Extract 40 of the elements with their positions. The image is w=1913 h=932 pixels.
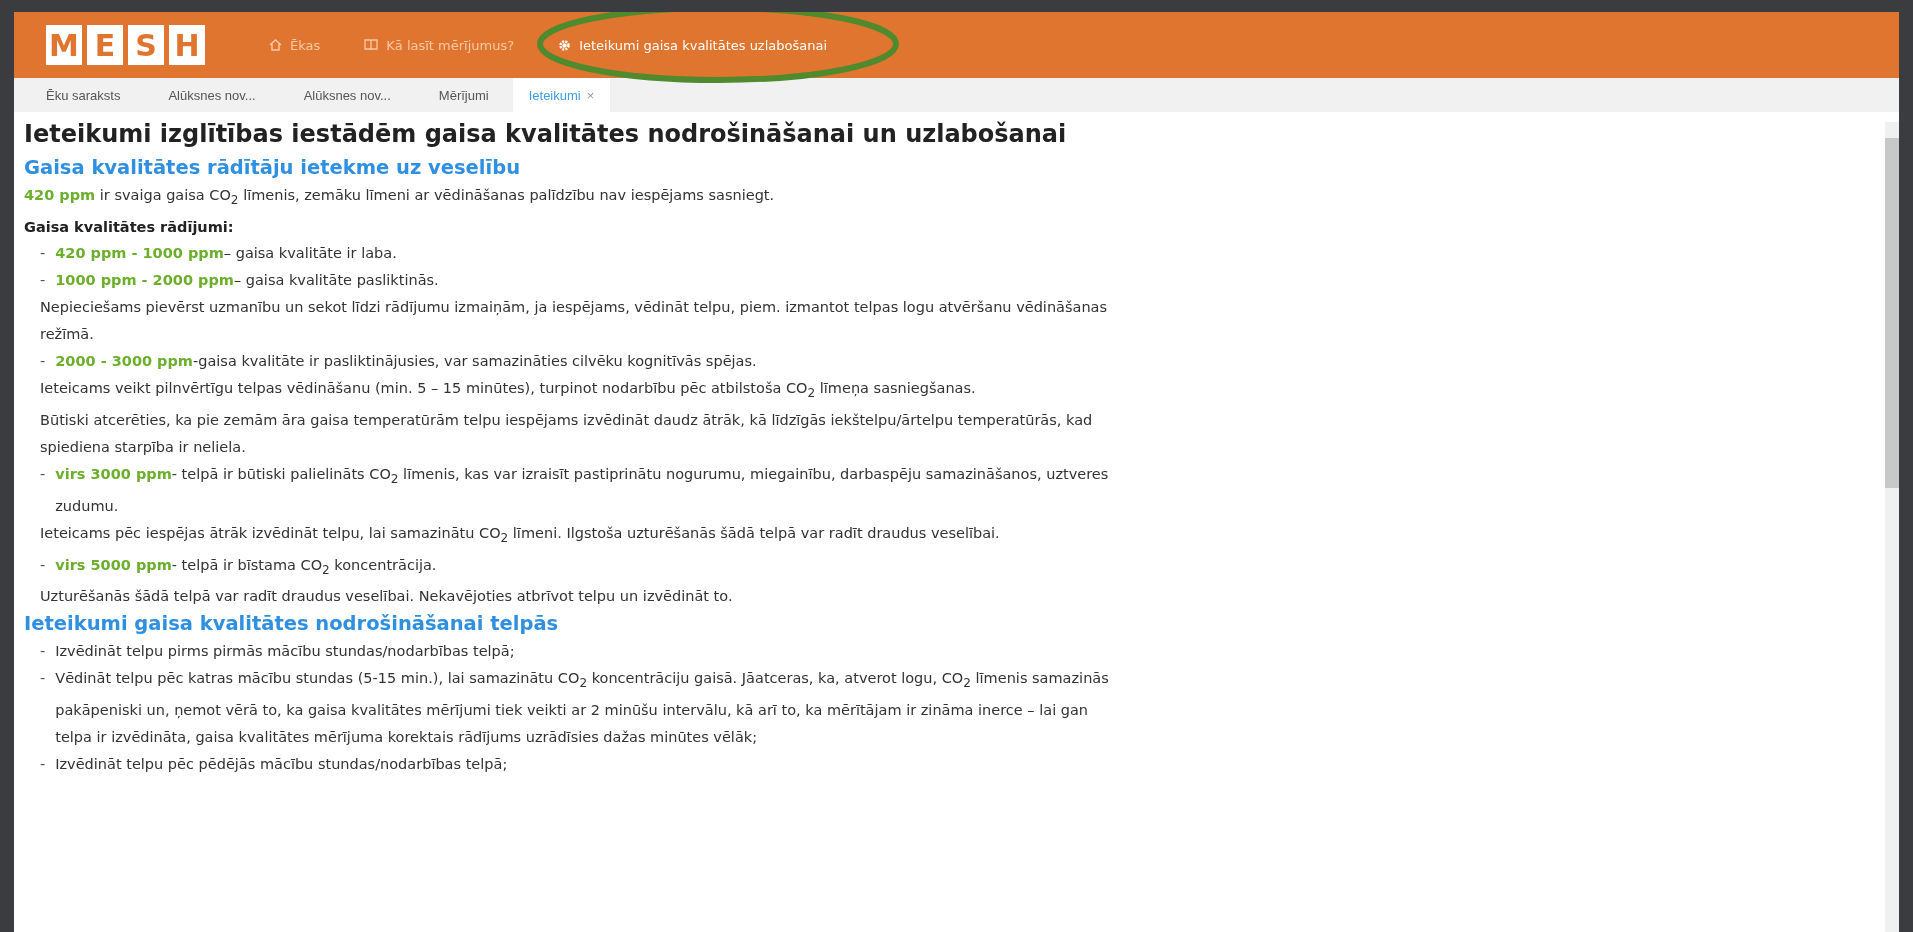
list-item-text: virs 3000 ppm- telpā ir būtiski palielināts CO$_{2}$ līmenis, kas var izraisīt pastiprinātu nogurumu, miegainību, darbaspēju samazināšanos, uztveres zudumu.	[55, 464, 1110, 516]
home-icon	[269, 39, 282, 51]
logo[interactable]: M E S H	[46, 25, 205, 65]
section-heading: Gaisa kvalitātes rādītāju ietekme uz veselību	[24, 155, 522, 181]
dash: -	[40, 243, 46, 263]
list-item-text: Izvēdināt telpu pirms pirmās mācību stundas/nodarbības telpā;	[55, 642, 515, 662]
dash: -	[40, 755, 46, 775]
tab[interactable]: Mērījumi	[414, 78, 513, 112]
list-label: Gaisa kvalitātes rādījumi:	[24, 217, 235, 237]
list-item-text: Vēdināt telpu pēc katras mācību stundas (5-15 min.), lai samazinātu CO$_{2}$ koncentrāciju gaisā. Jāatceras, ka, atverot logu, CO$_{2}$ līmenis samazinās pakāpeniski un, ņemot vērā to, ka gaisa kvalitātes mērījumi tiek veikti ar 2 minūšu intervālu, kā arī to, ka mērītājam ir zināma inerce – lai gan telpa ir izvēdināta, gaisa kvalitātes mērījuma korektais rādījums uzrādīsies dažas minūtes vēlāk;	[55, 669, 1110, 748]
list-item-text: virs 5000 ppm- telpā ir bīstama CO$_{2}$ koncentrācija.	[55, 555, 437, 579]
paragraph: 420 ppm ir svaiga gaisa CO$_{2}$ līmenis, zemāku līmeni ar vēdināšanas palīdzību nav iespējams sasniegt.	[24, 186, 776, 209]
nav-link[interactable]: Ēkas	[269, 37, 321, 53]
dash: -	[40, 464, 46, 484]
dash: -	[40, 270, 46, 290]
list-item-text: 2000 - 3000 ppm-gaisa kvalitāte ir pasliktinājusies, var samazināties cilvēku kognitīvās spējas.	[55, 351, 757, 371]
dash: -	[40, 351, 46, 371]
tab[interactable]: Ēku saraksts	[22, 78, 145, 112]
scrollbar[interactable]	[1885, 122, 1899, 932]
nav-link[interactable]: Kā lasīt mērījumus?	[364, 37, 515, 53]
dash: -	[40, 669, 46, 689]
list-item-text: 420 ppm - 1000 ppm– gaisa kvalitāte ir laba.	[55, 243, 397, 263]
dash: -	[40, 555, 46, 575]
page-title: Ieteikumi izglītības iestādēm gaisa kvalitātes nodrošināšanai un uzlabošanai	[24, 119, 1068, 150]
tab[interactable]: Alūksnes nov...	[279, 78, 415, 112]
list-item-text: Izvēdināt telpu pēc pēdējās mācību stundas/nodarbības telpā;	[55, 755, 508, 775]
gear-icon	[558, 38, 572, 52]
list-item-text: 1000 ppm - 2000 ppm– gaisa kvalitāte pasliktinās.	[55, 270, 439, 290]
tab[interactable]: Ieteikumi ×	[512, 78, 611, 112]
paragraph: Uzturēšanās šādā telpā var radīt draudus veselībai. Nekavējoties atbrīvot telpu un izvēdināt to.	[39, 587, 734, 607]
section-heading: Ieteikumi gaisa kvalitātes nodrošināšanai telpās	[24, 611, 560, 638]
paragraph: Būtiski atcerēties, ka pie zemām āra gaisa temperatūrām telpu iespējams izvēdināt daudz ātrāk, kā līdzīgās iekštelpu/ārtelpu temperatūrās, kad spiediena starpība ir neliela.	[39, 410, 1094, 457]
paragraph: Nepieciešams pievērst uzmanību un sekot līdzi rādījumu izmaiņām, ja iespējams, vēdināt telpu, piem. izmantot telpas logu atvēršanu vēdināšanas režīmā.	[39, 297, 1109, 344]
close-icon[interactable]: ×	[586, 87, 595, 103]
nav-link[interactable]: Ieteikumi gaisa kvalitātes uzlabošanai	[558, 37, 828, 53]
dash: -	[40, 642, 46, 662]
paragraph: Ieteicams pēc iespējas ātrāk izvēdināt telpu, lai samazinātu CO$_{2}$ līmeni. Ilgstoša uzturēšanās šādā telpā var radīt draudus veselībai.	[39, 523, 1001, 547]
book-icon	[364, 39, 379, 51]
paragraph: Ieteicams veikt pilnvērtīgu telpas vēdināšanu (min. 5 – 15 minūtes), turpinot nodarbību pēc atbilstoša CO$_{2}$ līmeņa sasniegšanas.	[39, 378, 977, 402]
tab[interactable]: Alūksnes nov...	[144, 78, 280, 112]
